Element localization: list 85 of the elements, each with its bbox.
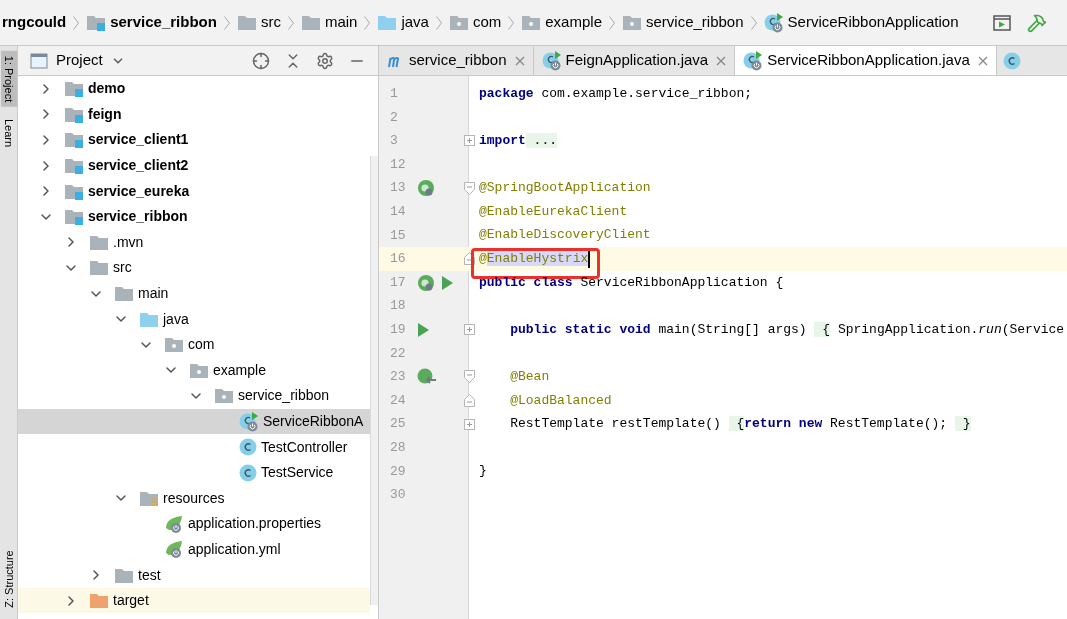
tree-item-label: application.yml <box>188 540 281 559</box>
tree-item[interactable]: .mvn <box>18 229 370 256</box>
code-line: @LoadBalanced <box>509 391 612 410</box>
tree-item-label: service_eureka <box>88 181 190 201</box>
breadcrumb-item[interactable]: ServiceRibbonApplication <box>761 11 961 34</box>
tree-item[interactable]: service_client1 <box>18 127 370 153</box>
tree-item[interactable]: com <box>18 331 370 358</box>
tree-item[interactable]: service_eureka <box>18 178 370 204</box>
line-number: 12 <box>389 155 407 174</box>
tree-item[interactable]: application.yml <box>18 536 370 563</box>
line-number: 16 <box>389 250 407 269</box>
tree-item-label: com <box>188 335 215 355</box>
code-line: public static void main(String[] args) { SpringApplication.run(Service <box>509 320 1065 339</box>
breadcrumb-item[interactable]: example <box>519 11 604 34</box>
tree-item-label: java <box>163 309 189 329</box>
line-number: 22 <box>389 344 407 363</box>
tree-item[interactable]: TestController <box>18 434 370 460</box>
code-line: RestTemplate restTemplate() {return new RestTemplate(); } <box>509 415 971 434</box>
line-number: 17 <box>389 273 407 292</box>
tool-window-tab[interactable]: 1: Project <box>0 50 17 108</box>
line-number: 13 <box>389 179 407 198</box>
code-line: public class ServiceRibbonApplication { <box>479 273 784 292</box>
breadcrumb-item[interactable]: java <box>375 11 431 34</box>
breadcrumb-item[interactable]: main <box>298 11 360 34</box>
tree-item[interactable]: ServiceRibbonA <box>18 408 370 435</box>
tree-item-label: src <box>113 258 132 278</box>
tool-window-tab[interactable]: Learn <box>0 113 17 153</box>
tree-item-label: example <box>213 360 266 380</box>
tree-item-label: service_client1 <box>88 130 189 150</box>
tree-item[interactable]: java <box>18 306 370 332</box>
code-line: import ... <box>479 132 558 150</box>
code-line: @EnableDiscoveryClient <box>479 226 651 245</box>
tree-item[interactable]: src <box>18 255 370 281</box>
tool-window-tab[interactable]: Z: Structure <box>0 545 17 613</box>
tree-item[interactable]: TestService <box>18 459 370 486</box>
tree-item[interactable]: resources <box>18 485 370 512</box>
code-line: @Bean <box>509 367 550 386</box>
panel-title[interactable]: Project <box>56 49 103 72</box>
tree-item[interactable]: feign <box>18 101 370 128</box>
tree-item[interactable]: service_ribbon <box>18 383 370 409</box>
tree-item-label: TestService <box>261 463 334 483</box>
line-number: 1 <box>389 85 399 104</box>
tree-item[interactable]: service_client2 <box>18 152 370 179</box>
tree-item-label: ServiceRibbonA <box>263 412 364 431</box>
tree-item[interactable]: target <box>18 587 370 614</box>
tree-item-label: main <box>138 284 169 304</box>
line-number: 14 <box>389 203 407 221</box>
code-line: @SpringBootApplication <box>479 179 651 198</box>
tree-item-label: test <box>138 565 161 585</box>
tree-item-label: target <box>113 591 149 611</box>
tree-item-label: resources <box>163 488 225 508</box>
breadcrumb-item[interactable]: src <box>234 11 283 34</box>
tree-item[interactable]: service_ribbon <box>18 203 370 230</box>
code-line: package com.example.service_ribbon; <box>479 84 753 103</box>
line-number: 18 <box>389 297 407 316</box>
line-number: 24 <box>389 391 407 410</box>
tree-item[interactable]: test <box>18 562 370 588</box>
breadcrumb-item[interactable]: service_ribbon <box>84 11 219 34</box>
code-line: } <box>479 462 487 481</box>
line-number: 19 <box>389 321 407 339</box>
tree-item-label: service_ribbon <box>88 207 188 227</box>
tree-item-label: service_ribbon <box>238 386 330 406</box>
line-number: 15 <box>389 226 407 245</box>
tree-item-label: service_client2 <box>88 156 189 176</box>
editor-tab[interactable]: ServiceRibbonApplication.java <box>735 46 997 75</box>
breadcrumb-item[interactable]: service_ribbon <box>620 11 746 34</box>
tree-item[interactable]: main <box>18 280 370 307</box>
breadcrumb-item[interactable]: rngcould <box>0 11 69 34</box>
tree-item-label: TestController <box>261 437 348 457</box>
code-line: @EnableEurekaClient <box>479 202 628 221</box>
line-number: 25 <box>389 415 407 434</box>
breadcrumb-item[interactable]: com <box>446 11 504 34</box>
line-number: 2 <box>389 108 399 127</box>
tree-item[interactable]: example <box>18 357 370 384</box>
line-number: 3 <box>389 132 399 151</box>
tree-item-label: .mvn <box>113 232 144 252</box>
tree-item-label: application.properties <box>188 514 322 534</box>
tree-item-label: demo <box>88 79 126 99</box>
line-number: 28 <box>389 438 407 457</box>
tree-item[interactable]: application.properties <box>18 511 370 537</box>
line-number: 30 <box>389 486 407 505</box>
line-number: 23 <box>389 368 407 387</box>
line-number: 29 <box>389 462 407 481</box>
tree-item-label: feign <box>88 104 122 124</box>
tree-item[interactable]: demo <box>18 76 370 102</box>
